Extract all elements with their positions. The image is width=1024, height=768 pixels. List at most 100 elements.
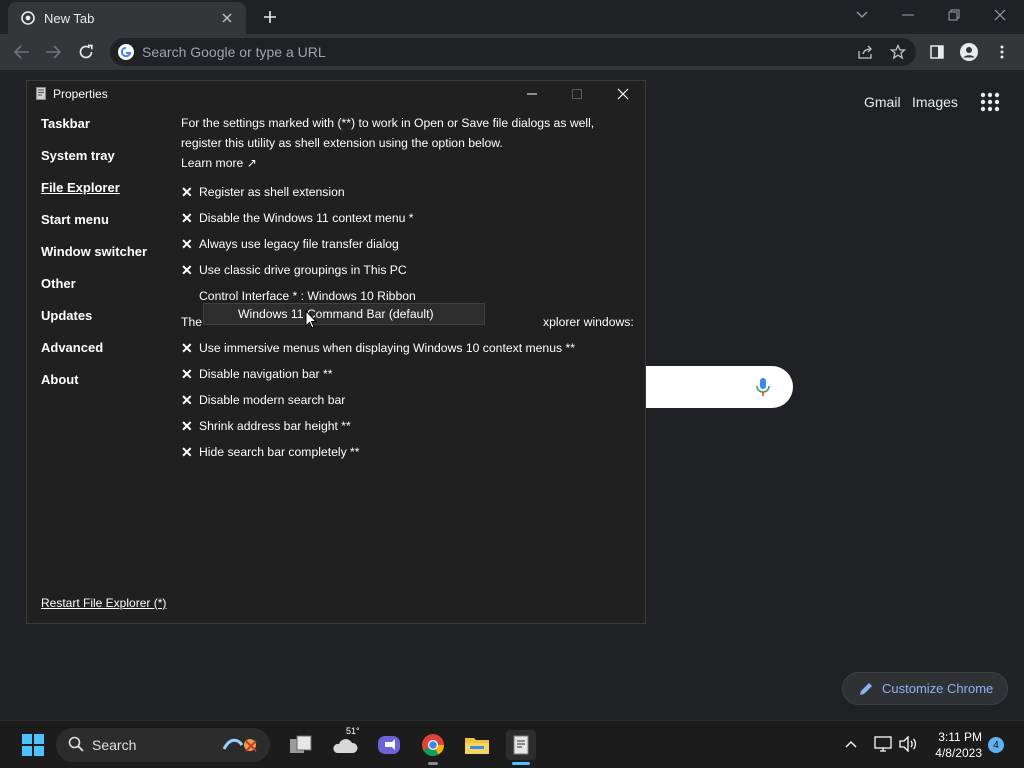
chrome-taskbar-icon[interactable]: [418, 730, 448, 760]
browser-toolbar: [0, 34, 1024, 70]
images-link[interactable]: Images: [912, 94, 958, 110]
network-icon[interactable]: [872, 733, 894, 755]
following-prefix: The: [181, 315, 203, 329]
check-x-icon: ✕: [181, 339, 193, 356]
shell-extension-intro: For the settings marked with (**) to wor…: [181, 116, 595, 150]
voice-search-mic-icon[interactable]: [754, 377, 772, 397]
nav-item-other[interactable]: Other: [41, 275, 181, 307]
properties-taskbar-icon[interactable]: [506, 730, 536, 760]
browser-tab-strip: New Tab: [0, 0, 1024, 34]
reload-icon[interactable]: [73, 39, 99, 65]
dialog-close-icon[interactable]: [608, 83, 638, 105]
option-disable-win11-context-menu[interactable]: ✕ Disable the Windows 11 context menu *: [181, 205, 637, 231]
start-windows-icon[interactable]: [18, 730, 48, 760]
nav-item-start-menu[interactable]: Start menu: [41, 211, 181, 243]
nav-item-label: Taskbar: [41, 116, 90, 131]
tab-new-tab[interactable]: New Tab: [8, 2, 246, 34]
nav-item-label: Other: [41, 276, 76, 291]
address-search-input[interactable]: [142, 38, 842, 66]
option-shrink-address-bar[interactable]: ✕ Shrink address bar height **: [181, 413, 637, 439]
option-label: Shrink address bar height **: [199, 419, 351, 433]
chrome-favicon-icon: [20, 10, 36, 26]
search-icon: [68, 736, 84, 755]
new-tab-plus-icon[interactable]: [258, 6, 282, 28]
learn-more-link[interactable]: Learn more ↗: [181, 153, 637, 179]
option-immersive-menus[interactable]: ✕ Use immersive menus when displaying Wi…: [181, 335, 637, 361]
option-legacy-file-transfer[interactable]: ✕ Always use legacy file transfer dialog: [181, 231, 637, 257]
nav-item-file-explorer[interactable]: File Explorer: [41, 179, 181, 211]
minimize-icon[interactable]: [894, 4, 922, 26]
option-label: Register as shell extension: [199, 185, 345, 199]
option-disable-modern-search[interactable]: ✕ Disable modern search bar: [181, 387, 637, 413]
gmail-link[interactable]: Gmail: [864, 94, 901, 110]
dialog-titlebar[interactable]: Properties: [27, 81, 645, 107]
nav-item-label: Advanced: [41, 340, 104, 355]
dropdown-option-label: Windows 11 Command Bar (default): [238, 307, 434, 321]
bookmark-star-icon[interactable]: [885, 39, 911, 65]
side-panel-icon[interactable]: [924, 39, 950, 65]
share-icon[interactable]: [853, 39, 879, 65]
file-explorer-taskbar-icon[interactable]: [462, 730, 492, 760]
show-hidden-icons-chevron-icon[interactable]: [840, 733, 862, 755]
close-window-icon[interactable]: [986, 4, 1014, 26]
nav-item-about[interactable]: About: [41, 371, 181, 403]
dialog-minimize-icon[interactable]: [517, 83, 547, 105]
volume-icon[interactable]: [897, 733, 919, 755]
taskbar-clock[interactable]: 3:11 PM 4/8/2023: [926, 729, 982, 761]
taskbar: Search 51° 3:11 PM 4/8/2023 4: [0, 720, 1024, 768]
task-view-icon[interactable]: [286, 730, 316, 760]
nav-item-updates[interactable]: Updates: [41, 307, 181, 339]
nav-item-advanced[interactable]: Advanced: [41, 339, 181, 371]
notification-count-badge[interactable]: 4: [988, 737, 1004, 753]
properties-dialog: Properties Taskbar System tray File Expl…: [26, 80, 646, 624]
option-classic-drive-groupings[interactable]: ✕ Use classic drive groupings in This PC: [181, 257, 637, 283]
customize-chrome-label: Customize Chrome: [882, 681, 994, 696]
mouse-pointer-icon: [305, 309, 318, 329]
google-g-icon: [118, 44, 134, 60]
properties-active-indicator: [512, 762, 530, 765]
customize-chrome-button[interactable]: Customize Chrome: [842, 672, 1008, 705]
check-x-icon: ✕: [181, 209, 193, 226]
taskbar-search-box[interactable]: Search: [56, 728, 270, 762]
control-interface-label: Control Interface * : Windows 10 Ribbon: [199, 289, 416, 303]
back-arrow-icon[interactable]: [9, 39, 35, 65]
properties-app-icon: [36, 87, 46, 100]
option-hide-search-bar[interactable]: ✕ Hide search bar completely **: [181, 439, 637, 465]
taskbar-search-label: Search: [92, 737, 137, 753]
option-label: Always use legacy file transfer dialog: [199, 237, 399, 251]
google-apps-grid-icon[interactable]: [980, 92, 1000, 112]
tab-close-icon[interactable]: [218, 9, 236, 27]
check-x-icon: ✕: [181, 235, 193, 252]
restart-file-explorer-link[interactable]: Restart File Explorer (*): [41, 596, 166, 610]
nav-item-label: System tray: [41, 148, 115, 163]
nav-item-system-tray[interactable]: System tray: [41, 147, 181, 179]
nav-item-taskbar[interactable]: Taskbar: [41, 115, 181, 147]
option-disable-navigation-bar[interactable]: ✕ Disable navigation bar **: [181, 361, 637, 387]
option-register-shell-extension[interactable]: ✕ Register as shell extension: [181, 179, 637, 205]
weather-temperature: 51°: [346, 726, 360, 736]
option-label: Disable the Windows 11 context menu *: [199, 211, 414, 225]
control-interface-dropdown-option[interactable]: Windows 11 Command Bar (default): [203, 303, 485, 325]
kebab-menu-icon[interactable]: [989, 39, 1015, 65]
nav-item-label: About: [41, 372, 79, 387]
tab-title: New Tab: [44, 10, 95, 26]
tab-search-chevron-icon[interactable]: [848, 4, 876, 26]
option-label: Use classic drive groupings in This PC: [199, 263, 407, 277]
dialog-maximize-icon[interactable]: [562, 83, 592, 105]
dialog-title: Properties: [53, 87, 108, 101]
option-label: Use immersive menus when displaying Wind…: [199, 341, 575, 355]
settings-nav: Taskbar System tray File Explorer Start …: [41, 115, 181, 403]
option-label: Disable navigation bar **: [199, 367, 333, 381]
check-x-icon: ✕: [181, 417, 193, 434]
check-x-icon: ✕: [181, 183, 193, 200]
nav-item-label: Window switcher: [41, 244, 148, 259]
restore-icon[interactable]: [940, 4, 968, 26]
check-x-icon: ✕: [181, 261, 193, 278]
file-explorer-settings: For the settings marked with (**) to wor…: [181, 113, 637, 465]
profile-avatar-icon[interactable]: [956, 39, 982, 65]
omnibox[interactable]: [110, 38, 916, 66]
forward-arrow-icon[interactable]: [40, 39, 66, 65]
nav-item-window-switcher[interactable]: Window switcher: [41, 243, 181, 275]
check-x-icon: ✕: [181, 391, 193, 408]
teams-chat-icon[interactable]: [374, 730, 404, 760]
